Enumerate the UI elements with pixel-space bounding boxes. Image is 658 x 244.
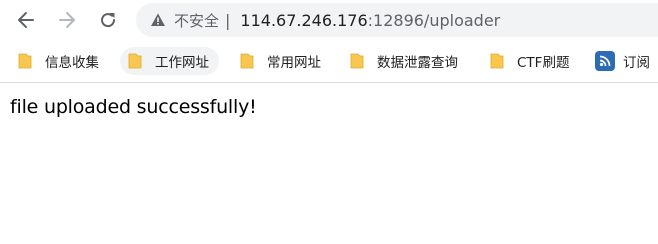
bookmark-label: CTF刷题 (517, 55, 570, 71)
address-bar[interactable]: 不安全 | 114.67.246.176:12896/uploader (136, 3, 658, 37)
browser-toolbar: 不安全 | 114.67.246.176:12896/uploader (0, 0, 658, 40)
folder-icon (350, 53, 364, 69)
url-host[interactable]: 114.67.246.176 (240, 11, 367, 30)
bookmark-label: 工作网址 (155, 55, 209, 71)
bookmark-label: 信息收集 (45, 55, 99, 71)
bookmark-folder-ctf-practice[interactable]: CTF刷题 (490, 47, 569, 75)
security-status-label[interactable]: 不安全 (174, 10, 219, 31)
bookmark-folder-common-sites[interactable]: 常用网址 (240, 47, 321, 75)
reload-icon (101, 13, 116, 28)
rss-icon (595, 51, 615, 71)
upload-status-message: file uploaded successfully! (10, 96, 257, 118)
arrow-left-icon (18, 12, 34, 28)
folder-icon (18, 53, 32, 69)
browser-chrome: 不安全 | 114.67.246.176:12896/uploader 信息收集… (0, 0, 658, 83)
folder-icon (128, 53, 142, 69)
bookmark-label: 数据泄露查询 (377, 55, 458, 71)
bookmark-label: 订阅 (623, 55, 650, 71)
separator: | (225, 10, 231, 30)
folder-icon (490, 53, 504, 69)
bookmark-folder-data-leak-lookup[interactable]: 数据泄露查询 (350, 47, 458, 75)
forward-button[interactable] (53, 6, 81, 34)
url-path[interactable]: :12896/uploader (368, 11, 501, 30)
bookmark-folder-work-sites[interactable]: 工作网址 (120, 47, 219, 75)
bookmark-label: 常用网址 (267, 55, 321, 71)
bookmarks-bar: 信息收集 工作网址 常用网址 数据泄露查询 CTF刷题 订阅 (0, 40, 658, 82)
back-button[interactable] (12, 6, 40, 34)
page-content: file uploaded successfully! (0, 83, 658, 118)
arrow-right-icon (59, 12, 75, 28)
warning-triangle-icon[interactable] (150, 12, 166, 28)
bookmark-subscribe[interactable]: 订阅 (595, 47, 650, 75)
folder-icon (240, 53, 254, 69)
bookmark-folder-info-gathering[interactable]: 信息收集 (18, 47, 99, 75)
reload-button[interactable] (94, 6, 122, 34)
